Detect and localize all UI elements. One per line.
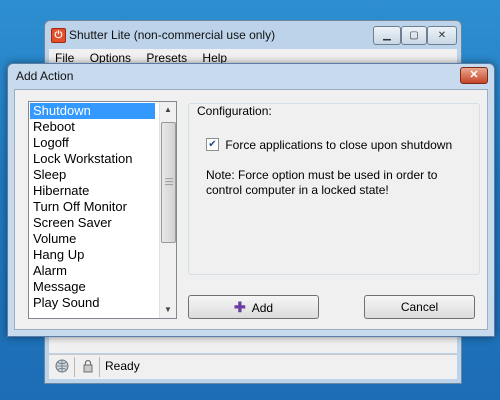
list-item[interactable]: Turn Off Monitor: [30, 199, 155, 215]
list-item[interactable]: Reboot: [30, 119, 155, 135]
add-button-label: Add: [251, 301, 274, 315]
add-action-dialog: Add Action ✕ Shutdown Reboot Logoff Lock Wo…: [7, 63, 495, 337]
action-list: Shutdown Reboot Logoff Lock Workstation Slee…: [30, 103, 155, 311]
dialog-close-button[interactable]: ✕: [460, 67, 488, 84]
list-item[interactable]: Alarm: [30, 263, 155, 279]
globe-icon: [55, 359, 69, 373]
status-text: Ready: [105, 359, 140, 373]
parent-window-title: Shutter Lite (non-commercial use only): [69, 28, 276, 42]
list-item[interactable]: Logoff: [30, 135, 155, 151]
force-note: Note: Force option must be used in order…: [206, 168, 438, 197]
dialog-body: Shutdown Reboot Logoff Lock Workstation Slee…: [14, 89, 488, 330]
scroll-up-arrow-icon[interactable]: ▲: [160, 102, 176, 118]
cancel-button[interactable]: Cancel: [364, 295, 475, 319]
list-item[interactable]: Hang Up: [30, 247, 155, 263]
minimize-button[interactable]: ▁: [373, 26, 401, 45]
add-button[interactable]: ✚ Add: [188, 295, 319, 319]
scroll-thumb[interactable]: — — —: [161, 122, 176, 243]
lock-icon: [81, 359, 95, 373]
status-separator: [74, 357, 75, 377]
force-close-option[interactable]: ✔ Force applications to close upon shutd…: [206, 137, 452, 152]
status-separator: [99, 357, 100, 377]
action-listbox[interactable]: Shutdown Reboot Logoff Lock Workstation Slee…: [28, 101, 177, 319]
close-button[interactable]: ✕: [427, 26, 457, 45]
list-item[interactable]: Sleep: [30, 167, 155, 183]
grip-icon: — — —: [165, 174, 173, 189]
maximize-button[interactable]: ▢: [401, 26, 427, 45]
configuration-label: Configuration:: [195, 104, 274, 118]
force-close-label[interactable]: Force applications to close upon shutdow…: [225, 138, 452, 152]
scroll-down-arrow-icon[interactable]: ▼: [160, 302, 176, 318]
dialog-title: Add Action: [16, 69, 74, 83]
list-scrollbar[interactable]: ▲ — — — ▼: [159, 102, 176, 318]
list-item[interactable]: Screen Saver: [30, 215, 155, 231]
list-item[interactable]: Volume: [30, 231, 155, 247]
plus-icon: ✚: [233, 299, 246, 315]
list-item[interactable]: Lock Workstation: [30, 151, 155, 167]
configuration-group: Configuration: ✔ Force applications to c…: [188, 103, 480, 275]
list-item[interactable]: Play Sound: [30, 295, 155, 311]
shutter-app-icon[interactable]: ⏻: [51, 28, 66, 43]
force-close-checkbox[interactable]: ✔: [206, 138, 219, 152]
list-item[interactable]: Hibernate: [30, 183, 155, 199]
cancel-button-label: Cancel: [400, 300, 439, 314]
list-item[interactable]: Message: [30, 279, 155, 295]
status-bar: Ready: [49, 354, 457, 379]
parent-title-bar[interactable]: ⏻ Shutter Lite (non-commercial use only)…: [45, 21, 461, 49]
list-item[interactable]: Shutdown: [30, 103, 155, 119]
